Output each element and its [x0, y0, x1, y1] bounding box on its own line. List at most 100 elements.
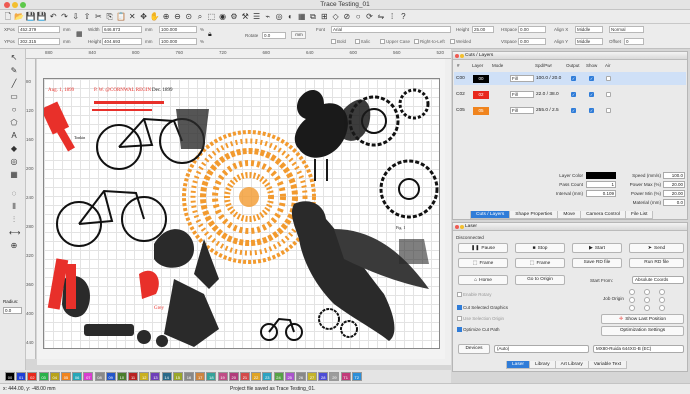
height-field[interactable]: 404.693 — [102, 38, 142, 45]
save-rd-file-button[interactable]: Save RD file — [572, 258, 622, 268]
zoom-out-icon[interactable]: ⊖ — [172, 12, 182, 22]
settings-icon[interactable]: ⚙ — [229, 12, 239, 22]
minimize-icon[interactable] — [460, 225, 464, 229]
weld-icon[interactable]: ⊞ — [319, 12, 329, 22]
zoom-fit-icon[interactable]: ⊙ — [184, 12, 194, 22]
palette-swatch[interactable]: 14 — [161, 372, 172, 381]
node-icon[interactable]: ◇ — [331, 12, 341, 22]
job-origin-radio[interactable] — [644, 289, 650, 295]
align-y-select[interactable]: Middle — [575, 38, 603, 45]
layer-color-swatch[interactable]: 05 — [473, 107, 489, 115]
xpos-field[interactable]: 452.379 — [18, 26, 60, 33]
palette-swatch[interactable]: 08 — [94, 372, 105, 381]
zoom-in-icon[interactable]: ⊕ — [161, 12, 171, 22]
use-selection-origin-checkbox[interactable]: Use Selection Origin — [457, 316, 504, 321]
palette-swatch[interactable]: 17 — [195, 372, 206, 381]
palette-swatch[interactable]: 13 — [150, 372, 161, 381]
palette-swatch[interactable]: 28 — [318, 372, 329, 381]
delete-icon[interactable]: ✕ — [127, 12, 137, 22]
ellipse-icon[interactable]: ○ — [9, 105, 19, 115]
zoom-page-icon[interactable]: ⌕ — [195, 12, 205, 22]
enable-rotary-checkbox[interactable]: Enable Rotary — [457, 292, 492, 297]
devices-button[interactable]: Devices — [458, 344, 490, 354]
air-checkbox[interactable] — [606, 92, 611, 97]
text-style-select[interactable]: Normal — [609, 26, 644, 33]
move-icon[interactable]: ✥ — [139, 12, 149, 22]
vertical-scrollbar[interactable] — [445, 59, 451, 359]
tab-laser[interactable]: Laser — [506, 361, 530, 369]
palette-swatch[interactable]: 29 — [329, 372, 340, 381]
laser-bed-page[interactable]: Aug. 1, 1899 P. W. @CORNWAL REGIN Dec. 1… — [43, 78, 440, 349]
trace-icon[interactable]: ⌁ — [263, 12, 273, 22]
tab-camera-control[interactable]: Camera Control — [580, 211, 626, 219]
vspace-field[interactable]: 0.00 — [518, 38, 546, 45]
arrange-icon[interactable]: ⧉ — [308, 12, 318, 22]
redo-icon[interactable]: ↷ — [59, 12, 69, 22]
circular-array-icon[interactable]: ◌ — [9, 189, 19, 199]
job-origin-radio[interactable] — [659, 289, 665, 295]
layer-color-swatch[interactable]: 02 — [473, 91, 489, 99]
job-origin-radio[interactable] — [629, 297, 635, 303]
scale-width-field[interactable]: 100.000 — [159, 26, 197, 33]
job-origin-radio[interactable] — [629, 305, 635, 311]
show-checkbox[interactable]: ✓ — [589, 76, 594, 81]
speed-field[interactable]: 100.0 — [663, 172, 685, 179]
mm-toggle-button[interactable]: mm — [291, 31, 306, 39]
optimize-cut-path-checkbox[interactable]: Optimize Cut Path — [457, 327, 500, 332]
ypos-field[interactable]: 302.315 — [18, 38, 60, 45]
copy-icon[interactable]: ⎘ — [105, 12, 115, 22]
power-max-field[interactable]: 20.00 — [663, 181, 685, 188]
palette-swatch[interactable]: 19 — [217, 372, 228, 381]
layer-row[interactable]: C05 05 Fill 255.0 / 2.5 ✓ ✓ — [454, 104, 686, 117]
mirror-icon[interactable]: ⇋ — [376, 12, 386, 22]
align-x-select[interactable]: Middle — [575, 26, 603, 33]
layer-mode-select[interactable]: Fill — [510, 91, 534, 98]
interval-field[interactable]: 0.109 — [586, 190, 616, 197]
grid-icon[interactable]: ▦ — [297, 12, 307, 22]
output-checkbox[interactable]: ✓ — [571, 76, 576, 81]
scale-height-field[interactable]: 100.000 — [159, 38, 197, 45]
layer-color-value[interactable] — [586, 172, 616, 179]
palette-swatch[interactable]: 05 — [60, 372, 71, 381]
minimize-icon[interactable] — [460, 54, 464, 58]
canvas-work-area[interactable]: Aug. 1, 1899 P. W. @CORNWAL REGIN Dec. 1… — [37, 59, 451, 359]
frame-rubber-band-button[interactable]: ⬚ Frame — [515, 258, 565, 268]
close-path-icon[interactable]: ○ — [353, 12, 363, 22]
close-icon[interactable] — [455, 225, 459, 229]
position-laser-icon[interactable]: ⊕ — [9, 241, 19, 251]
pause-button[interactable]: ❚❚ Pause — [458, 243, 508, 253]
layer-mode-select[interactable]: Fill — [510, 107, 534, 114]
text-icon[interactable]: A — [9, 131, 19, 141]
line-icon[interactable]: ╱ — [9, 79, 19, 89]
node-edit-icon[interactable]: ◆ — [9, 144, 19, 154]
help-icon[interactable]: ? — [398, 12, 408, 22]
job-origin-radio[interactable] — [644, 297, 650, 303]
palette-swatch[interactable]: 26 — [295, 372, 306, 381]
align-icon[interactable]: ☰ — [252, 12, 262, 22]
right-to-left-checkbox[interactable]: Right-to-Left — [414, 39, 445, 44]
devices-select[interactable]: (Auto) — [494, 345, 589, 353]
bold-checkbox[interactable]: Bold — [331, 39, 346, 44]
palette-swatch[interactable]: 07 — [83, 372, 94, 381]
tab-variable-text[interactable]: Variable Text — [587, 361, 628, 369]
home-button[interactable]: ⌂ Home — [458, 275, 508, 285]
measure-icon[interactable]: ⟷ — [9, 228, 20, 238]
palette-swatch[interactable]: 11 — [128, 372, 139, 381]
palette-swatch[interactable]: 12 — [139, 372, 150, 381]
show-last-position-button[interactable]: ✛ Show Last Position — [601, 314, 684, 324]
palette-swatch[interactable]: 16 — [184, 372, 194, 381]
offset-field[interactable]: 0 — [624, 38, 644, 45]
tab-library[interactable]: Library — [529, 361, 556, 369]
palette-swatch[interactable]: 20 — [228, 372, 239, 381]
send-button[interactable]: ➤ Send — [629, 243, 684, 253]
palette-swatch[interactable]: 21 — [239, 372, 250, 381]
job-origin-radio[interactable] — [659, 297, 665, 303]
stop-button[interactable]: ■ Stop — [515, 243, 565, 253]
palette-swatch[interactable]: 09 — [105, 372, 116, 381]
new-file-icon[interactable]: 🗋 — [3, 12, 13, 22]
palette-swatch[interactable]: 25 — [284, 372, 295, 381]
width-field[interactable]: 646.873 — [102, 26, 142, 33]
cut-icon[interactable]: ✂ — [93, 12, 103, 22]
align-tool-icon[interactable]: ⫴ — [9, 202, 19, 212]
upper-case-checkbox[interactable]: Upper Case — [380, 39, 410, 44]
